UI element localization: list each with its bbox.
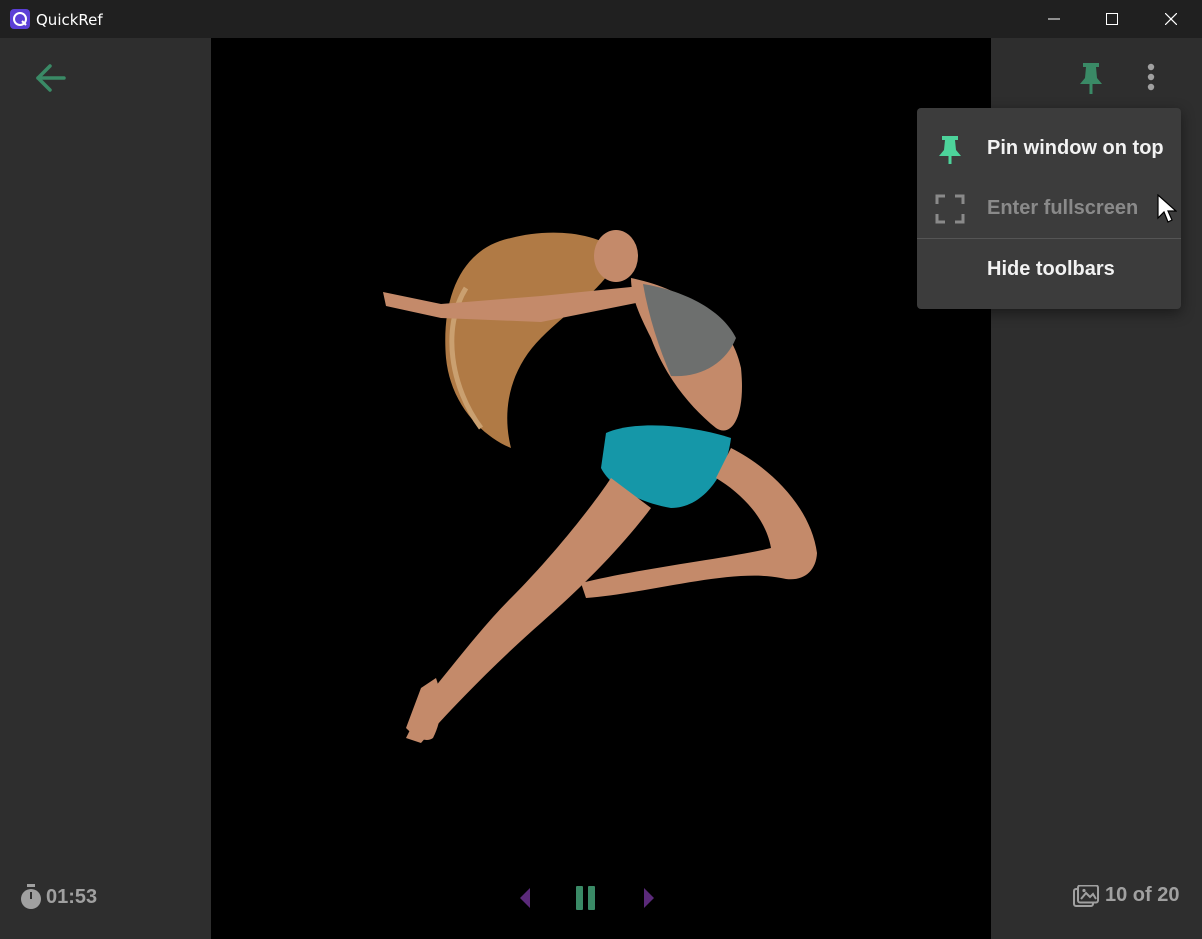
- image-gallery-icon: [1073, 884, 1099, 907]
- menu-item-label: Enter fullscreen: [987, 197, 1139, 219]
- dancer-figure: [383, 230, 817, 743]
- menu-item-pin-window[interactable]: Pin window on top: [917, 120, 1181, 176]
- pause-icon: [576, 886, 595, 910]
- app-window: QuickRef 01:53 10 of 20 Pin window on to…: [0, 0, 1202, 939]
- image-counter: 10 of 20: [1073, 884, 1179, 907]
- timer-value: 01:53: [46, 885, 98, 908]
- app-logo-icon: [10, 9, 30, 29]
- session-timer: 01:53: [20, 884, 97, 910]
- left-toolbar: [0, 38, 211, 939]
- close-button[interactable]: [1142, 0, 1200, 38]
- pin-button[interactable]: [1074, 60, 1108, 96]
- next-button[interactable]: [636, 880, 660, 916]
- menu-item-hide-toolbars[interactable]: Hide toolbars: [917, 241, 1181, 297]
- menu-item-label: Pin window on top: [987, 137, 1164, 159]
- more-options-button[interactable]: [1136, 60, 1166, 96]
- previous-button[interactable]: [514, 880, 538, 916]
- minimize-icon: [1048, 18, 1060, 20]
- maximize-button[interactable]: [1083, 0, 1141, 38]
- pushpin-icon: [1080, 63, 1102, 94]
- menu-divider: [917, 238, 1181, 239]
- title-bar: QuickRef: [0, 0, 1202, 38]
- back-button[interactable]: [30, 60, 70, 96]
- fullscreen-icon: [935, 194, 965, 224]
- menu-item-label: Hide toolbars: [987, 258, 1115, 280]
- arrow-left-icon: [36, 64, 66, 92]
- pushpin-icon: [939, 136, 961, 164]
- minimize-button[interactable]: [1025, 0, 1083, 38]
- triangle-right-icon: [644, 888, 654, 908]
- reference-photo: [211, 38, 991, 939]
- pause-button[interactable]: [572, 880, 600, 916]
- triangle-left-icon: [520, 888, 530, 908]
- options-menu: Pin window on top Enter fullscreen Hide …: [917, 108, 1181, 309]
- more-vertical-icon: [1147, 63, 1155, 91]
- stopwatch-icon: [21, 884, 41, 909]
- menu-item-fullscreen[interactable]: Enter fullscreen: [917, 180, 1181, 236]
- app-title: QuickRef: [36, 11, 103, 29]
- counter-text: 10 of 20: [1105, 884, 1180, 906]
- close-icon: [1165, 13, 1177, 25]
- maximize-icon: [1106, 13, 1118, 25]
